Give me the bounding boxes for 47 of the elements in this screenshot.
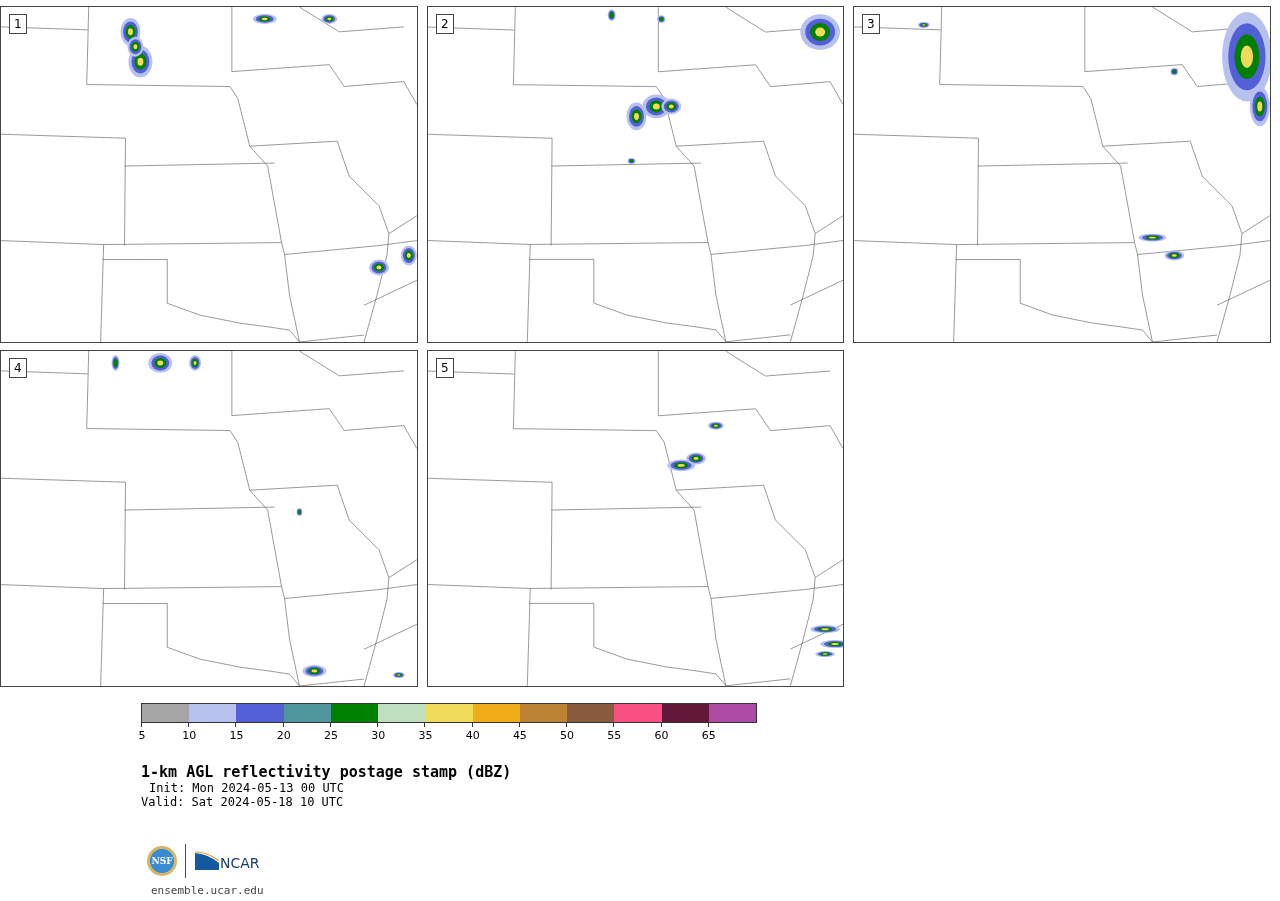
radar-echo-drawing	[296, 508, 303, 516]
radar-echo-drawing	[148, 353, 173, 373]
radar-echo-drawing	[815, 651, 836, 657]
radar-echo-drawing	[627, 158, 636, 165]
radar-echo-drawing	[189, 355, 202, 371]
radar-echo-drawing	[321, 13, 338, 24]
radar-echo-drawing	[917, 21, 930, 28]
radar-echo-drawing	[820, 640, 843, 649]
radar-echo-drawing	[302, 665, 327, 678]
tick-label: 45	[512, 729, 527, 742]
website-url: ensemble.ucar.edu	[150, 884, 265, 897]
radar-echo-drawing	[607, 9, 616, 22]
tick-label: 55	[607, 729, 622, 742]
radar-echo-drawing	[392, 672, 405, 679]
chart-title: 1-km AGL reflectivity postage stamp (dBZ)	[141, 763, 513, 781]
radar-echo-drawing	[400, 245, 417, 266]
tick-label: 25	[323, 729, 338, 742]
radar-echo-drawing	[708, 421, 724, 430]
tick-label: 60	[654, 729, 669, 742]
tick-label: 15	[229, 729, 244, 742]
nsf-logo: NSF	[147, 846, 177, 876]
radar-echo-drawing	[810, 625, 840, 634]
radar-echo-drawing	[369, 259, 389, 276]
tick-label: 10	[182, 729, 197, 742]
panel-number: 5	[436, 358, 454, 378]
radar-echo-drawing	[252, 13, 277, 24]
radar-echo-drawing	[1164, 250, 1185, 261]
radar-echo-drawing	[800, 14, 840, 50]
tick-label: 20	[276, 729, 291, 742]
radar-echo-drawing	[1170, 67, 1179, 76]
panel-number: 3	[862, 14, 880, 34]
panel-number: 4	[9, 358, 27, 378]
tick-label: 5	[138, 729, 146, 742]
radar-echo-drawing	[657, 15, 666, 24]
tick-label: 65	[701, 729, 716, 742]
valid-time: Valid: Sat 2024-05-18 10 UTC	[141, 795, 345, 809]
tick-label: 40	[465, 729, 480, 742]
ncar-logo: NCAR	[194, 851, 260, 871]
radar-echo-drawing	[111, 355, 120, 371]
init-time: Init: Mon 2024-05-13 00 UTC	[148, 781, 346, 795]
tick-label: 50	[560, 729, 575, 742]
tick-label: 35	[418, 729, 433, 742]
panel-number: 1	[9, 14, 27, 34]
radar-echo-drawing	[626, 102, 647, 131]
panel-number: 2	[436, 14, 454, 34]
tick-label: 30	[371, 729, 386, 742]
radar-echo-drawing	[1138, 233, 1167, 242]
